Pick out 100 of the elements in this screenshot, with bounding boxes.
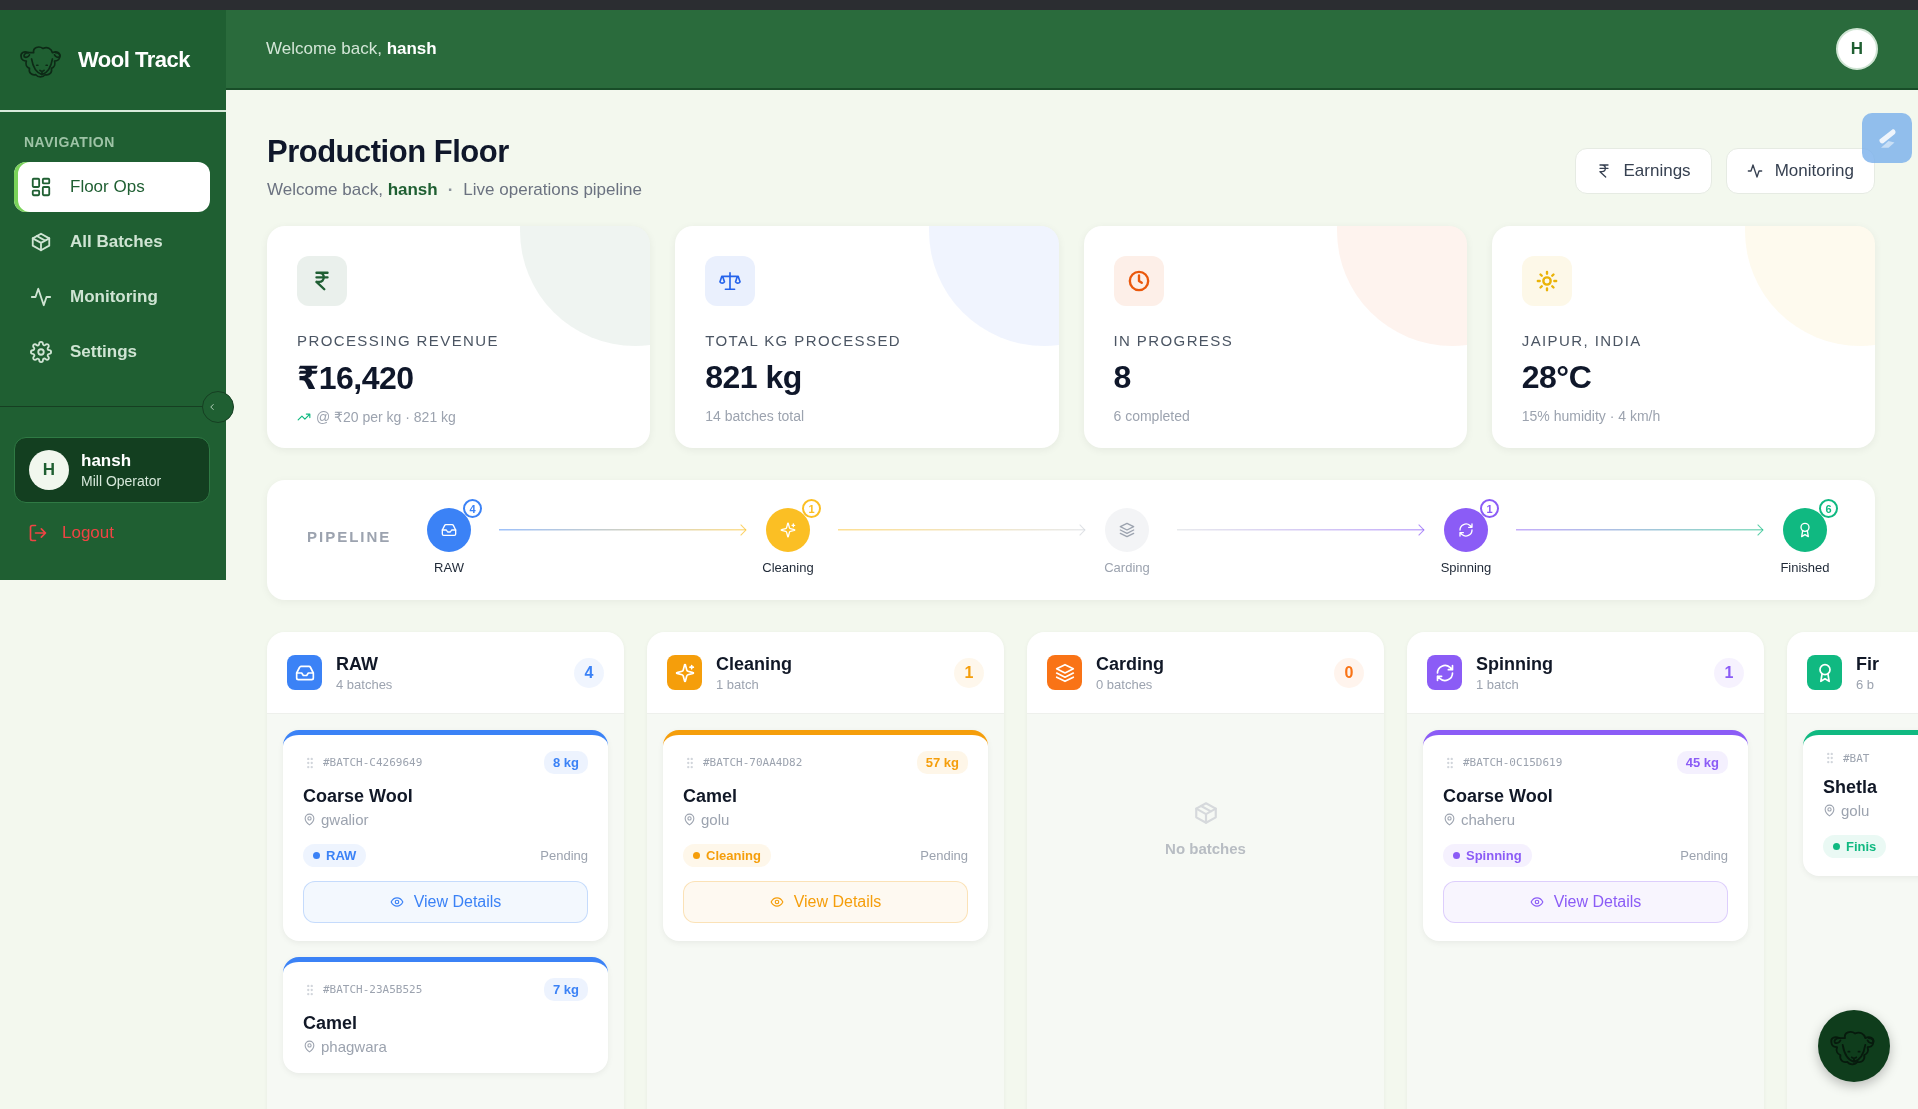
pipeline-label: PIPELINE [307, 528, 393, 545]
refresh-icon [1458, 522, 1474, 538]
user-avatar[interactable]: H [1836, 28, 1878, 70]
app-name: Wool Track [78, 47, 190, 73]
grid-icon [30, 176, 52, 198]
view-details-button[interactable]: View Details [1443, 881, 1728, 923]
status-pill: Finis [1823, 835, 1887, 858]
sparkles-icon [780, 522, 796, 538]
stage-label: Cleaning [762, 560, 814, 575]
user-avatar: H [29, 450, 69, 490]
count-badge: 4 [574, 657, 604, 688]
stat-note: 15% humidity · 4 km/h [1521, 408, 1661, 424]
layers-icon [1119, 522, 1135, 538]
empty-message: No batches [1165, 840, 1246, 857]
header-button[interactable]: Monitoring [1725, 148, 1875, 194]
stat-value: 28°C [1521, 359, 1593, 396]
batch-id: #BATCH-0C15D619 [1463, 756, 1564, 769]
stat-note: 6 completed [1113, 408, 1190, 424]
eye-icon [769, 895, 784, 909]
count-badge: 1 [954, 657, 984, 688]
stat-label: PROCESSING REVENUE [297, 332, 500, 349]
batch-name: Camel [303, 1013, 359, 1034]
nav-item[interactable]: Floor Ops [14, 162, 210, 212]
location-pin-icon [1823, 804, 1836, 817]
location-pin-icon [303, 813, 316, 826]
stat-value: ₹16,420 [297, 359, 415, 397]
column-subtitle: 0 batches [1096, 676, 1154, 692]
stat-value: 821 kg [705, 359, 803, 396]
layers-icon [1054, 662, 1075, 683]
column-subtitle: 6 b [1856, 676, 1876, 692]
stat-note: @ ₹20 per kg · 821 kg [316, 409, 456, 425]
batch-state: Pending [1680, 848, 1728, 863]
stage-label: Finished [1780, 560, 1830, 575]
weight-badge: 8 kg [544, 751, 588, 774]
nav-section-label: NAVIGATION [23, 133, 116, 152]
separator-dot: · [447, 180, 454, 200]
stage-label: Spinning [1440, 560, 1492, 575]
stage-node[interactable] [766, 508, 810, 552]
status-pill: Cleaning [683, 844, 771, 867]
eye-icon [389, 895, 404, 909]
location-pin-icon [303, 1040, 316, 1053]
stat-label: JAIPUR, INDIA [1521, 332, 1643, 349]
refresh-icon [1434, 662, 1455, 683]
batch-id: #BATCH-C4269649 [323, 756, 424, 769]
batch-state: Pending [540, 848, 588, 863]
view-details-button[interactable]: View Details [303, 881, 588, 923]
user-name: hansh [81, 451, 133, 471]
page-title: Production Floor [267, 134, 510, 170]
column-subtitle: 1 batch [1476, 676, 1520, 692]
stage-node[interactable] [1783, 508, 1827, 552]
pulse-icon [30, 286, 52, 308]
batch-name: Coarse Wool [1443, 786, 1554, 807]
batch-location: golu [701, 811, 730, 828]
column-subtitle: 4 batches [336, 676, 394, 692]
nav-item[interactable]: Settings [14, 327, 210, 377]
column-title: Spinning [1476, 653, 1554, 675]
stage-label: Carding [1104, 560, 1150, 575]
batch-state: Pending [920, 848, 968, 863]
column-subtitle: 1 batch [716, 676, 760, 692]
sparkles-icon [674, 662, 695, 683]
logout-icon [28, 523, 48, 543]
stage-node[interactable] [427, 508, 471, 552]
eye-icon [1529, 895, 1544, 909]
cube-icon [30, 231, 52, 253]
location-pin-icon [683, 813, 696, 826]
weight-badge: 7 kg [544, 978, 588, 1001]
stat-label: IN PROGRESS [1113, 332, 1235, 349]
count-badge: 1 [1480, 499, 1499, 518]
welcome-text: Welcome back, hansh [267, 180, 438, 200]
user-role: Mill Operator [81, 473, 162, 489]
count-badge: 4 [463, 499, 482, 518]
inbox-icon [441, 522, 457, 538]
count-badge: 1 [802, 499, 821, 518]
status-pill: Spinning [1443, 844, 1532, 867]
extension-icon[interactable] [1862, 113, 1912, 163]
welcome-text: Welcome back, hansh [266, 39, 437, 59]
nav-item[interactable]: All Batches [14, 217, 210, 267]
batch-location: phagwara [321, 1038, 387, 1055]
batch-location: golu [1841, 802, 1870, 819]
batch-id: #BAT [1843, 751, 1871, 765]
batch-name: Shetla [1823, 777, 1879, 798]
count-badge: 1 [1714, 657, 1744, 688]
stage-node[interactable] [1105, 508, 1149, 552]
location-pin-icon [1443, 813, 1456, 826]
batch-id: #BATCH-23A5B525 [323, 983, 424, 996]
nav-item[interactable]: Monitoring [14, 272, 210, 322]
stat-note: 14 batches total [705, 408, 805, 424]
weight-badge: 57 kg [916, 751, 968, 774]
stage-label: RAW [434, 560, 464, 575]
collapse-button[interactable] [202, 391, 234, 423]
column-title: Fir [1856, 653, 1880, 675]
batch-name: Coarse Wool [303, 786, 414, 807]
batch-name: Camel [683, 786, 739, 807]
batch-location: chaheru [1461, 811, 1516, 828]
page-subtitle: Live operations pipeline [463, 180, 642, 200]
pulse-icon [1746, 163, 1763, 179]
status-pill: RAW [303, 844, 367, 867]
count-badge: 0 [1334, 657, 1364, 688]
header-button[interactable]: Earnings [1574, 148, 1712, 194]
stage-node[interactable] [1444, 508, 1488, 552]
